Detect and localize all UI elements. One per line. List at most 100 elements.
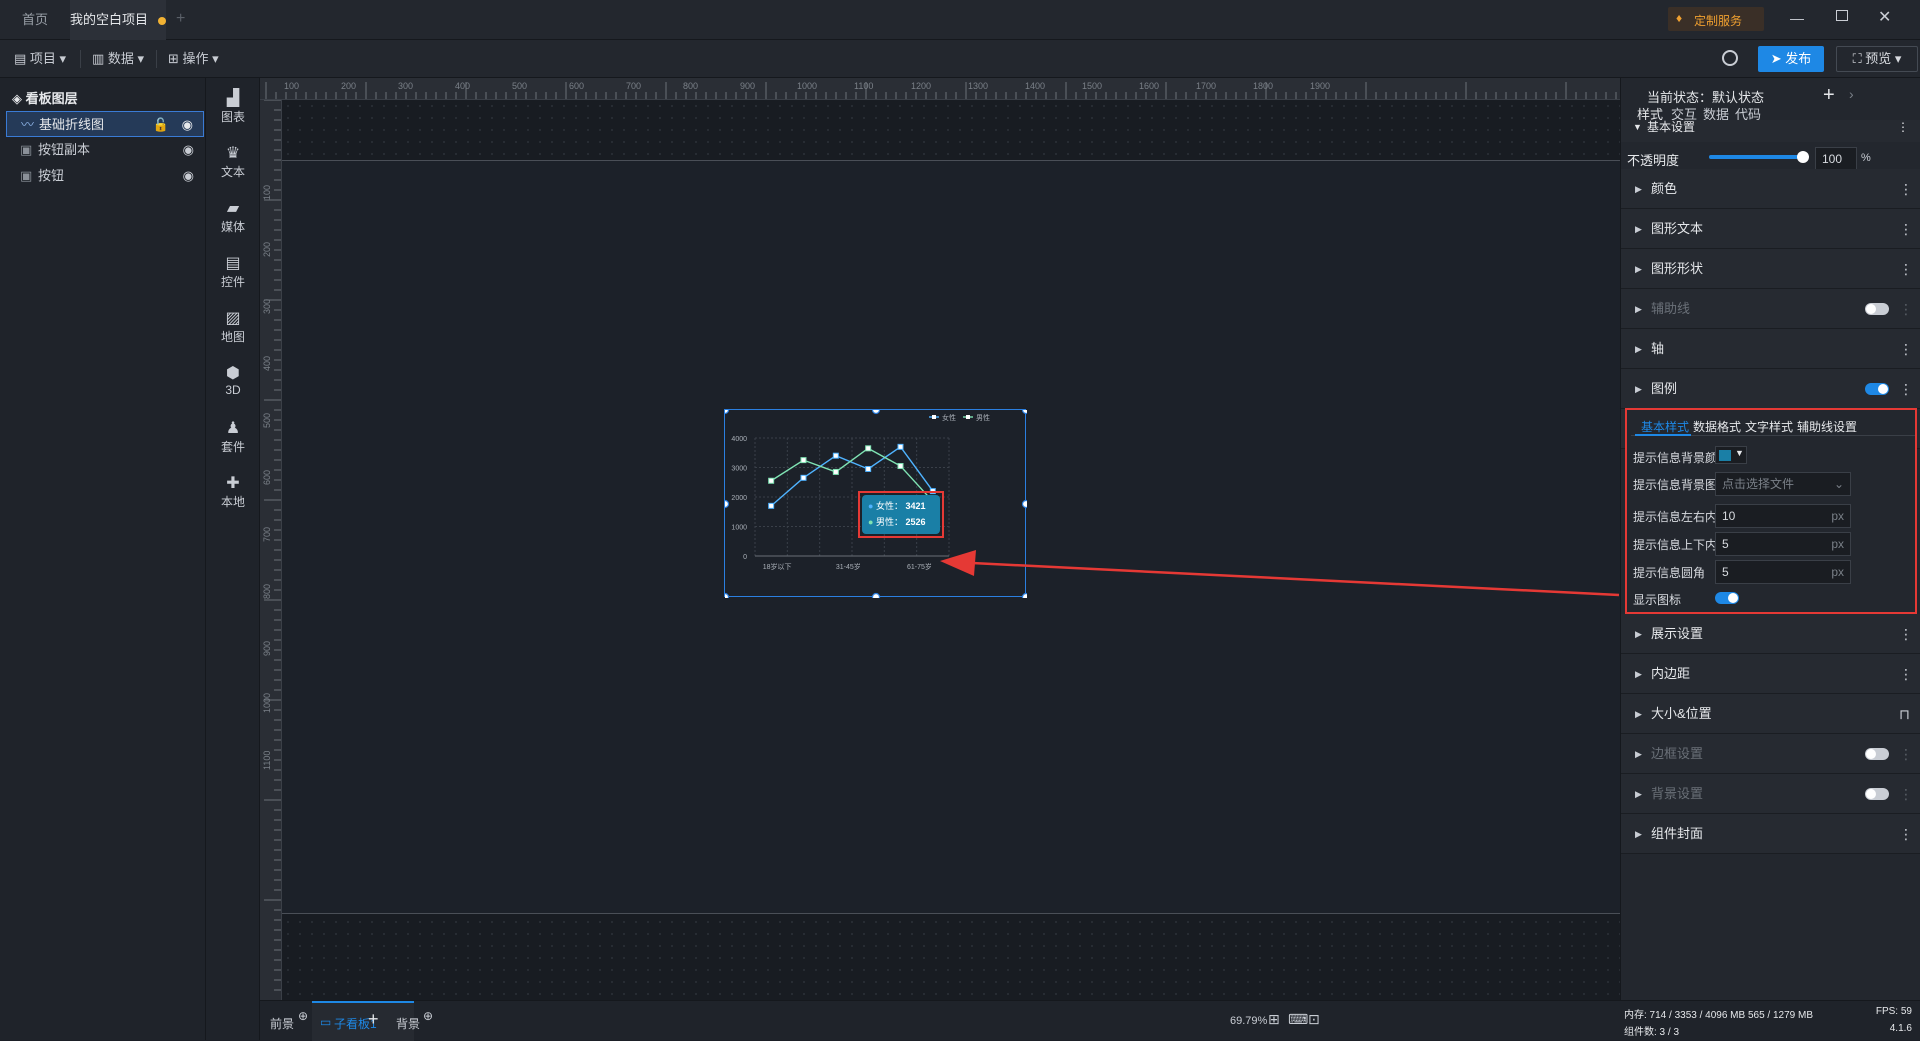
resize-handle[interactable]	[871, 410, 881, 415]
tooltip-row: ● 男性： 2526	[868, 515, 934, 528]
zoom-level[interactable]: 69.79%	[1230, 1015, 1267, 1027]
add-board-plus-icon[interactable]: +	[368, 1009, 379, 1030]
opacity-input[interactable]: 100	[1815, 147, 1857, 171]
bg-color-picker[interactable]: ▼	[1715, 446, 1747, 464]
data-point[interactable]	[832, 452, 839, 459]
eye-icon[interactable]: ◉	[182, 112, 193, 138]
section-3[interactable]: ▶ 辅助线 ⋮	[1621, 289, 1920, 329]
opacity-slider[interactable]	[1709, 151, 1809, 163]
radius-input[interactable]: 5 px	[1715, 560, 1851, 584]
add-circle-icon[interactable]: ⊕	[298, 1009, 308, 1023]
padding-tb-input[interactable]: 5 px	[1715, 532, 1851, 556]
section-1[interactable]: ▶ 图形文本 ⋮	[1621, 209, 1920, 249]
section-0[interactable]: ▶ 颜色 ⋮	[1621, 169, 1920, 209]
close-icon[interactable]: ✕	[1878, 7, 1891, 27]
eye-off-icon[interactable]: ◉	[183, 137, 194, 163]
data-point[interactable]	[832, 468, 839, 475]
tooltip-tab-basic[interactable]: 基本样式	[1641, 418, 1689, 435]
kebab-icon[interactable]: ⋮	[1899, 734, 1913, 774]
kebab-icon[interactable]: ⋮	[1899, 814, 1913, 854]
publish-button[interactable]: ➤ 发布	[1758, 46, 1824, 72]
data-point[interactable]	[800, 474, 807, 481]
kebab-icon[interactable]: ⋮	[1897, 120, 1909, 134]
comp-3d[interactable]: ⬢ 3D	[206, 363, 260, 397]
bg-image-select[interactable]: 点击选择文件 ⌄	[1715, 472, 1851, 496]
kebab-icon[interactable]: ⋮	[1899, 654, 1913, 694]
kebab-icon[interactable]: ⋮	[1899, 289, 1913, 329]
data-point[interactable]	[865, 445, 872, 452]
background-tab[interactable]: 背景	[396, 1015, 420, 1032]
resize-handle[interactable]	[1021, 410, 1028, 415]
kebab-icon[interactable]: ⋮	[1899, 209, 1913, 249]
operate-menu[interactable]: ⊞ 操作 ▾	[168, 40, 219, 78]
kebab-icon[interactable]: ⋮	[1899, 369, 1913, 409]
tooltip-tab-text[interactable]: 文字样式	[1745, 418, 1793, 435]
data-point[interactable]	[800, 457, 807, 464]
basic-settings-header[interactable]: ▼ 基本设置 ⋮	[1621, 120, 1920, 142]
preview-button[interactable]: ⛶ 预览 ▾	[1836, 46, 1918, 72]
terminal-icon[interactable]: ⊡	[1308, 1011, 1320, 1028]
kebab-icon[interactable]: ⋮	[1899, 169, 1913, 209]
minimize-icon[interactable]: —	[1790, 10, 1804, 26]
section-toggle[interactable]	[1865, 303, 1889, 315]
section-toggle[interactable]	[1865, 748, 1889, 760]
layer-item[interactable]: ▣ 按钮副本 ◉	[6, 137, 204, 163]
padding-lr-input[interactable]: 10 px	[1715, 504, 1851, 528]
new-tab-plus-icon[interactable]: +	[176, 10, 185, 28]
chevron-right-icon[interactable]: ›	[1849, 86, 1854, 102]
section-toggle[interactable]	[1865, 788, 1889, 800]
tooltip-tab-format[interactable]: 数据格式	[1693, 418, 1741, 435]
kebab-icon[interactable]: ⋮	[1899, 774, 1913, 814]
custom-service-button[interactable]: ♦ 定制服务	[1668, 7, 1764, 31]
kebab-icon[interactable]: ⋮	[1899, 329, 1913, 369]
comp-control[interactable]: ▤ 控件	[206, 253, 260, 290]
lock-icon[interactable]: ⊓	[1899, 694, 1910, 734]
data-point[interactable]	[865, 465, 872, 472]
comp-kit[interactable]: ♟ 套件	[206, 418, 260, 455]
fit-screen-icon[interactable]: ⊞	[1268, 1011, 1280, 1028]
data-point[interactable]	[897, 443, 904, 450]
section-4[interactable]: ▶ 轴 ⋮	[1621, 329, 1920, 369]
tab-project[interactable]: 我的空白项目	[70, 0, 167, 40]
section-4[interactable]: ▶ 背景设置 ⋮	[1621, 774, 1920, 814]
opacity-slider-handle[interactable]	[1797, 151, 1809, 163]
kebab-icon[interactable]: ⋮	[1899, 614, 1913, 654]
canvas[interactable]: 0 1000 2000 3000 4000 18岁以下 31-45岁 61-75岁 女性 男性 ●…	[282, 100, 1620, 1000]
section-5[interactable]: ▶ 组件封面 ⋮	[1621, 814, 1920, 854]
data-point[interactable]	[768, 502, 775, 509]
section-toggle[interactable]	[1865, 383, 1889, 395]
comp-media[interactable]: ▰ 媒体	[206, 198, 260, 235]
comp-chart[interactable]: ▟ 图表	[206, 88, 260, 125]
section-3[interactable]: ▶ 边框设置 ⋮	[1621, 734, 1920, 774]
section-2[interactable]: ▶ 图形形状 ⋮	[1621, 249, 1920, 289]
section-1[interactable]: ▶ 内边距 ⋮	[1621, 654, 1920, 694]
resize-handle[interactable]	[725, 592, 730, 599]
comp-local[interactable]: ✚ 本地	[206, 473, 260, 510]
foreground-tab[interactable]: 前景	[270, 1015, 294, 1032]
unlock-icon[interactable]: 🔓	[153, 112, 169, 138]
search-icon[interactable]	[1722, 50, 1738, 66]
eye-off-icon[interactable]: ◉	[183, 163, 194, 189]
project-menu[interactable]: ▤ 项目 ▾	[14, 40, 66, 78]
layer-item[interactable]: ▣ 按钮 ◉	[6, 163, 204, 189]
resize-handle[interactable]	[725, 410, 730, 415]
comp-map[interactable]: ▨ 地图	[206, 308, 260, 345]
tab-home[interactable]: 首页	[0, 0, 70, 40]
show-icon-toggle[interactable]	[1715, 592, 1739, 604]
resize-handle[interactable]	[725, 499, 730, 509]
data-menu[interactable]: ▥ 数据 ▾	[92, 40, 144, 78]
comp-text[interactable]: ♛ 文本	[206, 143, 260, 180]
chart-tooltip: ● 女性： 3421 ● 男性： 2526	[862, 495, 940, 534]
keyboard-icon[interactable]: ⌨	[1288, 1011, 1308, 1028]
layer-item[interactable]: 〰 基础折线图 🔓 ◉	[6, 111, 204, 137]
restore-icon[interactable]	[1836, 10, 1848, 21]
data-point[interactable]	[768, 477, 775, 484]
tooltip-tab-guide[interactable]: 辅助线设置	[1797, 418, 1857, 435]
section-0[interactable]: ▶ 展示设置 ⋮	[1621, 614, 1920, 654]
resize-handle[interactable]	[871, 592, 881, 599]
add-circle-icon[interactable]: ⊕	[423, 1009, 433, 1023]
kebab-icon[interactable]: ⋮	[1899, 249, 1913, 289]
section-5[interactable]: ▶ 图例 ⋮	[1621, 369, 1920, 409]
data-point[interactable]	[897, 463, 904, 470]
section-2[interactable]: ▶ 大小&位置 ⊓	[1621, 694, 1920, 734]
